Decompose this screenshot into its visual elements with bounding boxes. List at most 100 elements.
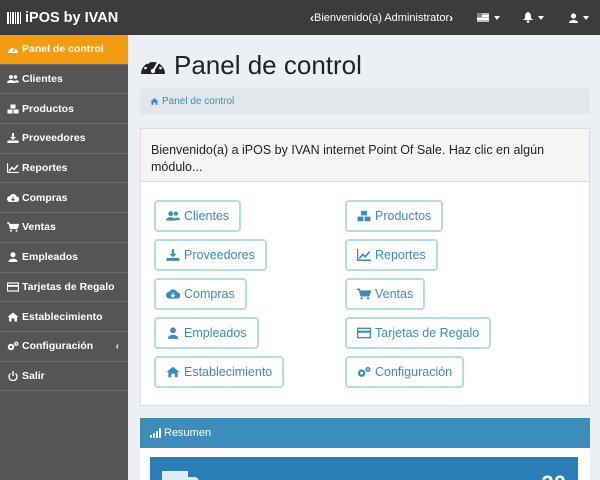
resumen-title: Resumen	[164, 427, 212, 439]
top-bar: iPOS by IVAN ‹ Bienvenido(a) Administrat…	[0, 0, 600, 35]
bell-icon	[523, 12, 533, 23]
download-icon	[166, 249, 180, 261]
brand[interactable]: iPOS by IVAN	[0, 0, 128, 35]
dashboard-icon	[8, 47, 18, 54]
user-menu[interactable]	[569, 0, 589, 35]
sidebar-item-proveedores[interactable]: Proveedores	[0, 124, 128, 154]
module-label: Ventas	[375, 287, 414, 301]
caret-down-icon	[538, 15, 544, 20]
cogs-icon	[7, 341, 19, 351]
sidebar-item-productos[interactable]: Productos	[0, 94, 128, 125]
module-label: Clientes	[184, 209, 230, 223]
users-icon	[166, 211, 180, 221]
sidebar-item-label: Reportes	[22, 162, 68, 175]
module-tarjetas-de-regalo-button[interactable]: Tarjetas de Regalo	[345, 317, 492, 349]
cloud-download-icon	[166, 289, 180, 299]
user-icon	[8, 252, 18, 263]
cubes-icon	[357, 210, 371, 222]
barcode-icon	[7, 11, 21, 24]
module-label: Productos	[375, 209, 432, 223]
caret-down-icon	[583, 15, 589, 20]
line-chart-icon	[7, 163, 19, 174]
module-label: Compras	[184, 287, 235, 301]
cubes-icon	[7, 104, 19, 114]
sidebar-item-panel-de-control[interactable]: Panel de control	[0, 35, 128, 65]
cart-icon	[7, 222, 19, 233]
language-menu[interactable]	[477, 0, 500, 35]
credit-card-icon	[357, 327, 371, 339]
caret-down-icon	[494, 15, 500, 20]
page-title-text: Panel de control	[174, 50, 362, 80]
line-chart-icon	[357, 249, 371, 261]
module-label: Tarjetas de Regalo	[375, 326, 480, 340]
sidebar-item-label: Productos	[22, 102, 74, 115]
download-icon	[7, 133, 19, 144]
sidebar-item-ventas[interactable]: Ventas	[0, 213, 128, 243]
home-icon	[150, 97, 159, 105]
modules-panel: Bienvenido(a) a iPOS by IVAN internet Po…	[140, 128, 590, 406]
resumen-body: 30	[140, 448, 590, 480]
home-icon	[7, 312, 19, 322]
home-icon	[166, 366, 180, 378]
power-icon	[8, 370, 18, 381]
module-label: Proveedores	[184, 248, 255, 262]
module-label: Establecimiento	[184, 365, 273, 379]
sidebar-item-label: Empleados	[22, 251, 79, 264]
sidebar-item-label: Compras	[22, 191, 68, 204]
resumen-header: Resumen	[140, 418, 590, 448]
sidebar-item-configuracion[interactable]: Configuración ‹	[0, 332, 128, 362]
sidebar-item-label: Establecimiento	[22, 310, 103, 323]
welcome-user[interactable]: ‹ Bienvenido(a) Administrator ›	[310, 0, 453, 35]
resumen-panel: Resumen 30	[140, 418, 590, 480]
dashboard-icon	[141, 58, 165, 74]
user-icon	[167, 327, 179, 339]
sidebar-item-label: Panel de control	[22, 43, 104, 56]
sidebar-item-label: Clientes	[22, 73, 63, 86]
sidebar-item-clientes[interactable]: Clientes	[0, 65, 128, 95]
user-icon	[569, 12, 578, 23]
sidebar-item-label: Proveedores	[22, 132, 86, 145]
sidebar-item-label: Salir	[22, 369, 45, 382]
breadcrumb: Panel de control	[140, 88, 590, 114]
sidebar-item-salir[interactable]: Salir	[0, 362, 128, 392]
chevron-right-icon: ›	[449, 10, 454, 25]
sidebar-item-label: Tarjetas de Regalo	[22, 280, 115, 293]
main-content: Panel de control Panel de control Bienve…	[128, 35, 600, 480]
module-proveedores-button[interactable]: Proveedores	[154, 239, 267, 271]
module-compras-button[interactable]: Compras	[154, 278, 247, 310]
cloud-download-icon	[7, 193, 19, 202]
page-title: Panel de control	[140, 50, 362, 81]
module-label: Reportes	[375, 248, 426, 262]
stat-value: 30	[542, 471, 566, 480]
module-label: Configuración	[375, 365, 453, 379]
module-label: Empleados	[184, 326, 247, 340]
sidebar-item-reportes[interactable]: Reportes	[0, 154, 128, 184]
chevron-left-icon: ‹	[115, 340, 119, 352]
module-configuracion-button[interactable]: Configuración	[345, 356, 465, 388]
sidebar-item-establecimiento[interactable]: Establecimiento	[0, 302, 128, 332]
module-clientes-button[interactable]: Clientes	[154, 200, 242, 232]
welcome-text: Bienvenido(a) Administrator	[314, 11, 450, 24]
sidebar-item-label: Ventas	[22, 221, 56, 234]
module-productos-button[interactable]: Productos	[345, 200, 444, 232]
notifications-menu[interactable]	[523, 0, 544, 35]
credit-card-icon	[7, 282, 19, 292]
bar-chart-icon	[150, 428, 161, 438]
module-establecimiento-button[interactable]: Establecimiento	[154, 356, 285, 388]
brand-name: iPOS by IVAN	[25, 9, 119, 26]
cogs-icon	[357, 366, 371, 377]
users-icon	[7, 75, 19, 84]
sidebar-item-label: Configuración	[22, 340, 94, 353]
truck-icon	[162, 471, 199, 480]
module-ventas-button[interactable]: Ventas	[345, 278, 426, 310]
sidebar-item-tarjetas-de-regalo[interactable]: Tarjetas de Regalo	[0, 273, 128, 303]
stat-box[interactable]: 30	[150, 457, 578, 480]
flag-icon	[477, 13, 489, 22]
sidebar-item-compras[interactable]: Compras	[0, 183, 128, 214]
sidebar-item-empleados[interactable]: Empleados	[0, 243, 128, 273]
cart-icon	[357, 288, 371, 300]
module-reportes-button[interactable]: Reportes	[345, 239, 438, 271]
welcome-message: Bienvenido(a) a iPOS by IVAN internet Po…	[141, 129, 589, 182]
breadcrumb-link[interactable]: Panel de control	[162, 96, 234, 107]
module-empleados-button[interactable]: Empleados	[154, 317, 259, 349]
